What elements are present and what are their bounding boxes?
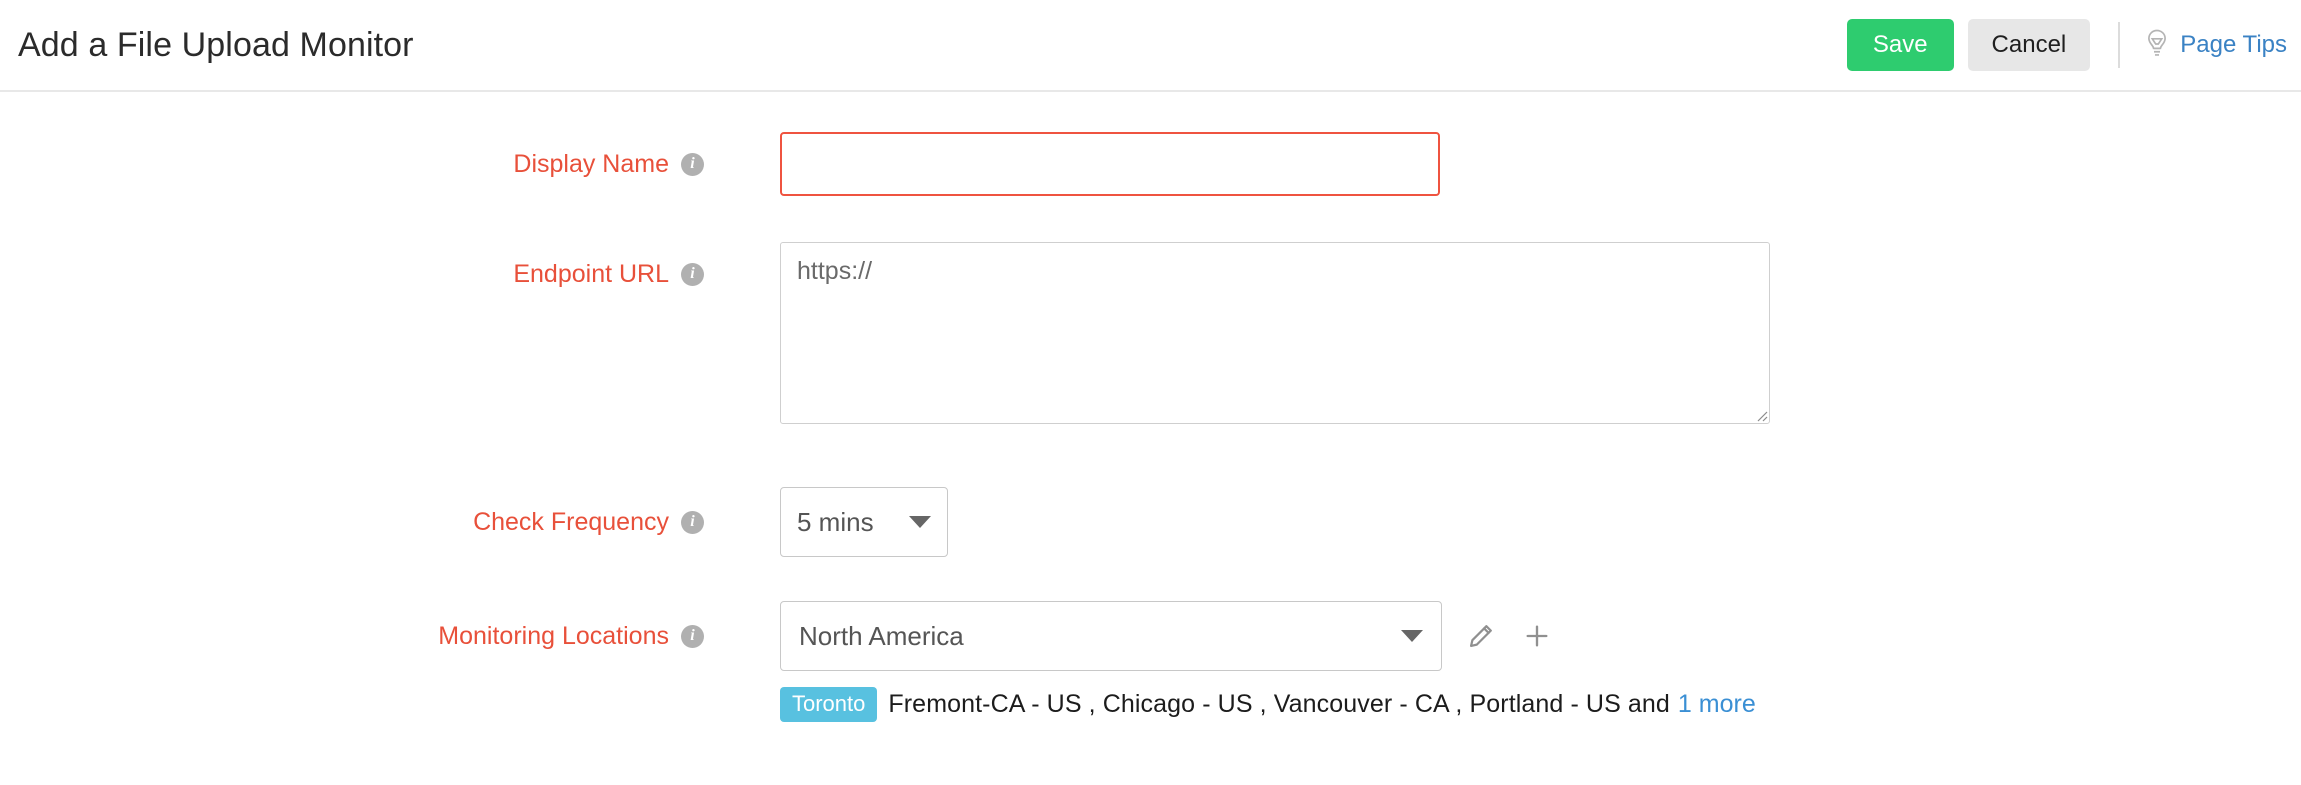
monitoring-locations-field-col: North America Toronto Fremont-CA - US , … xyxy=(718,601,1756,722)
info-icon[interactable]: i xyxy=(681,262,704,286)
info-icon[interactable]: i xyxy=(681,624,704,648)
display-name-field-col xyxy=(718,132,1440,196)
monitor-form: Display Name i Endpoint URL i https:// C… xyxy=(0,92,2301,722)
lightbulb-icon xyxy=(2144,29,2170,61)
display-name-label: Display Name i xyxy=(0,132,718,196)
display-name-input[interactable] xyxy=(780,132,1440,196)
endpoint-url-textarea[interactable] xyxy=(780,242,1770,424)
cancel-button[interactable]: Cancel xyxy=(1967,19,2091,71)
field-row-display-name: Display Name i xyxy=(0,132,2301,196)
monitoring-locations-select[interactable]: North America xyxy=(780,601,1442,671)
monitoring-locations-label: Monitoring Locations i xyxy=(0,601,718,671)
field-row-monitoring-locations: Monitoring Locations i North America Tor… xyxy=(0,601,2301,722)
info-icon[interactable]: i xyxy=(681,152,704,176)
endpoint-url-wrapper xyxy=(780,242,1770,424)
chevron-down-icon xyxy=(1401,630,1423,642)
check-frequency-field-col: 5 mins xyxy=(718,487,948,557)
endpoint-url-field-col xyxy=(718,242,1770,429)
monitoring-locations-label-text: Monitoring Locations xyxy=(438,621,669,650)
check-frequency-value: 5 mins xyxy=(797,506,874,537)
more-locations-link[interactable]: 1 more xyxy=(1678,690,1756,719)
page-header: Add a File Upload Monitor Save Cancel Pa… xyxy=(0,0,2301,92)
field-row-endpoint-url: Endpoint URL i xyxy=(0,242,2301,429)
header-divider xyxy=(2118,22,2121,68)
check-frequency-label: Check Frequency i xyxy=(0,487,718,557)
monitoring-locations-value: North America xyxy=(799,620,964,651)
page-tips-label: Page Tips xyxy=(2180,31,2287,58)
plus-icon[interactable] xyxy=(1520,619,1554,653)
endpoint-url-label-text: Endpoint URL xyxy=(513,259,669,288)
page-title: Add a File Upload Monitor xyxy=(18,25,414,64)
check-frequency-label-text: Check Frequency xyxy=(473,507,669,536)
info-icon[interactable]: i xyxy=(681,510,704,534)
monitoring-locations-controls: North America xyxy=(780,601,1756,671)
field-row-check-frequency: Check Frequency i 5 mins xyxy=(0,487,2301,557)
location-badge[interactable]: Toronto xyxy=(780,687,878,722)
display-name-label-text: Display Name xyxy=(513,149,669,178)
monitoring-locations-summary: Toronto Fremont-CA - US , Chicago - US ,… xyxy=(780,687,1756,722)
endpoint-url-label: Endpoint URL i xyxy=(0,242,718,306)
chevron-down-icon xyxy=(909,516,931,528)
check-frequency-select[interactable]: 5 mins xyxy=(780,487,948,557)
pencil-icon[interactable] xyxy=(1464,619,1498,653)
page-tips-link[interactable]: Page Tips xyxy=(2144,29,2287,61)
location-list-text: Fremont-CA - US , Chicago - US , Vancouv… xyxy=(888,690,1670,718)
save-button[interactable]: Save xyxy=(1846,19,1954,71)
header-actions: Save Cancel Page Tips xyxy=(1846,19,2301,71)
